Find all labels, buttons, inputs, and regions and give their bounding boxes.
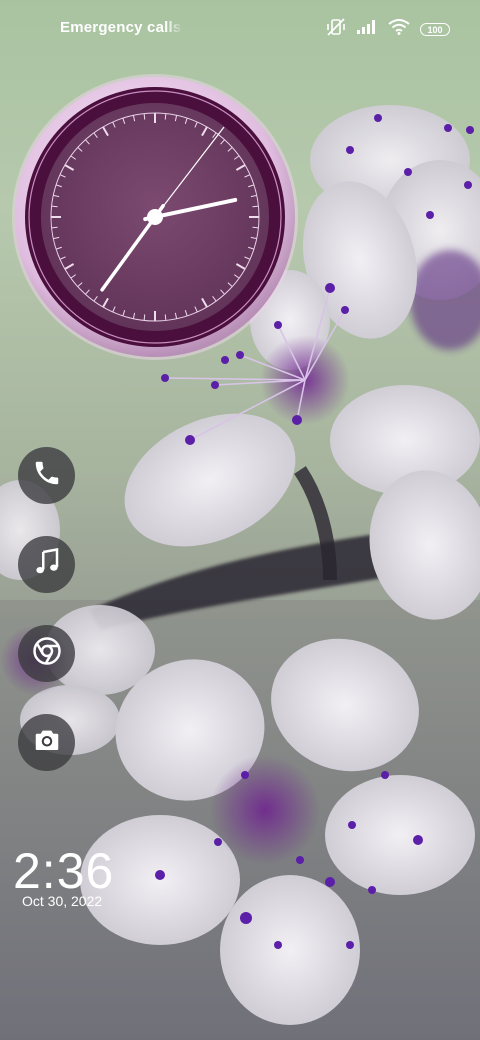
analog-clock-widget[interactable] bbox=[10, 72, 300, 362]
phone-icon bbox=[32, 458, 62, 493]
camera-shortcut-button[interactable] bbox=[18, 714, 75, 771]
wifi-icon bbox=[388, 19, 410, 40]
status-icons: 100 bbox=[326, 17, 450, 42]
lock-screen-date: Oct 30, 2022 bbox=[22, 893, 103, 909]
clock-tick bbox=[51, 226, 58, 229]
camera-icon bbox=[32, 725, 62, 760]
music-note-icon bbox=[32, 547, 62, 582]
chrome-shortcut-button[interactable] bbox=[18, 625, 75, 682]
battery-level: 100 bbox=[427, 24, 443, 35]
clock-tick bbox=[164, 314, 167, 321]
lock-screen-time: 2:36 bbox=[13, 843, 115, 899]
status-bar: Emergency calls only bbox=[0, 0, 480, 56]
music-shortcut-button[interactable] bbox=[18, 536, 75, 593]
clock-tick bbox=[164, 113, 167, 120]
clock-tick bbox=[252, 205, 259, 208]
battery-icon: 100 bbox=[420, 23, 450, 36]
vibrate-off-icon bbox=[326, 17, 346, 42]
clock-center-pin bbox=[147, 209, 163, 225]
clock-tick bbox=[143, 314, 146, 321]
phone-shortcut-button[interactable] bbox=[18, 447, 75, 504]
chrome-icon bbox=[32, 636, 62, 671]
clock-tick bbox=[252, 226, 259, 229]
clock-tick bbox=[51, 205, 58, 208]
clock-tick bbox=[143, 113, 146, 120]
analog-clock-face bbox=[12, 74, 298, 360]
signal-icon bbox=[356, 19, 378, 40]
carrier-text: Emergency calls only bbox=[60, 19, 184, 36]
